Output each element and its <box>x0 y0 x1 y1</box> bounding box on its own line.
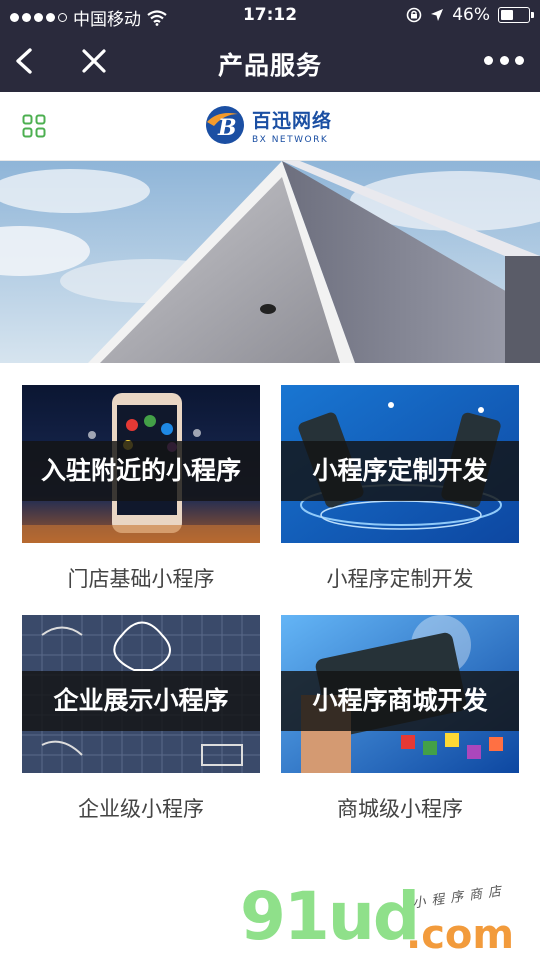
status-bar: 中国移动 17:12 46% <box>0 0 540 30</box>
brand-name-cn: 百迅网络 <box>252 109 333 132</box>
grid-icon <box>22 114 46 138</box>
product-overlay-title: 企业展示小程序 <box>53 686 229 715</box>
battery-icon <box>498 7 534 23</box>
battery-percent: 46% <box>452 5 490 25</box>
product-overlay-title: 小程序商城开发 <box>312 686 488 715</box>
product-thumb: 小程序商城开发 <box>281 615 519 773</box>
watermark-domain: .com <box>406 912 515 958</box>
status-right: 46% <box>406 5 534 25</box>
battery-fill <box>501 10 513 20</box>
watermark-brand: 91ud <box>240 878 420 955</box>
watermark-tagline: 小程序商店 <box>411 883 508 912</box>
product-thumb: 企业展示小程序 <box>22 615 260 773</box>
product-caption: 小程序定制开发 <box>326 567 474 591</box>
bx-logo-icon: B <box>206 106 244 144</box>
product-thumb: 入驻附近的小程序 <box>22 385 260 543</box>
product-thumb: 小程序定制开发 <box>281 385 519 543</box>
svg-text:B: B <box>217 115 237 141</box>
title-bar: 产品服务 <box>0 30 540 92</box>
product-overlay-title: 入驻附近的小程序 <box>40 456 241 485</box>
product-caption: 商城级小程序 <box>337 797 463 821</box>
hero-banner[interactable] <box>0 161 540 363</box>
more-button[interactable] <box>484 50 524 70</box>
rotation-lock-icon <box>406 7 422 23</box>
more-dots-icon <box>484 55 493 65</box>
top-bar: 中国移动 17:12 46% 产品服务 <box>0 0 540 92</box>
watermark: 91ud .com 小程序商店 <box>240 878 540 960</box>
product-card-enterprise[interactable]: 企业展示小程序 企业级小程序 <box>22 615 260 823</box>
brand-logo: B 百迅网络 BX NETWORK <box>204 104 332 146</box>
product-card-store-basic[interactable]: 入驻附近的小程序 门店基础小程序 <box>22 385 260 593</box>
location-icon <box>431 9 444 21</box>
brand-name-en: BX NETWORK <box>252 134 329 145</box>
product-card-mall[interactable]: 小程序商城开发 商城级小程序 <box>281 615 519 823</box>
product-overlay-title: 小程序定制开发 <box>312 456 488 485</box>
product-caption: 企业级小程序 <box>78 797 204 821</box>
product-caption: 门店基础小程序 <box>67 567 215 591</box>
architecture-banner-image <box>0 161 540 363</box>
brand-header: B 百迅网络 BX NETWORK <box>0 92 540 161</box>
menu-button[interactable] <box>22 114 46 138</box>
page-title: 产品服务 <box>217 51 322 80</box>
product-card-custom-dev[interactable]: 小程序定制开发 小程序定制开发 <box>281 385 519 593</box>
